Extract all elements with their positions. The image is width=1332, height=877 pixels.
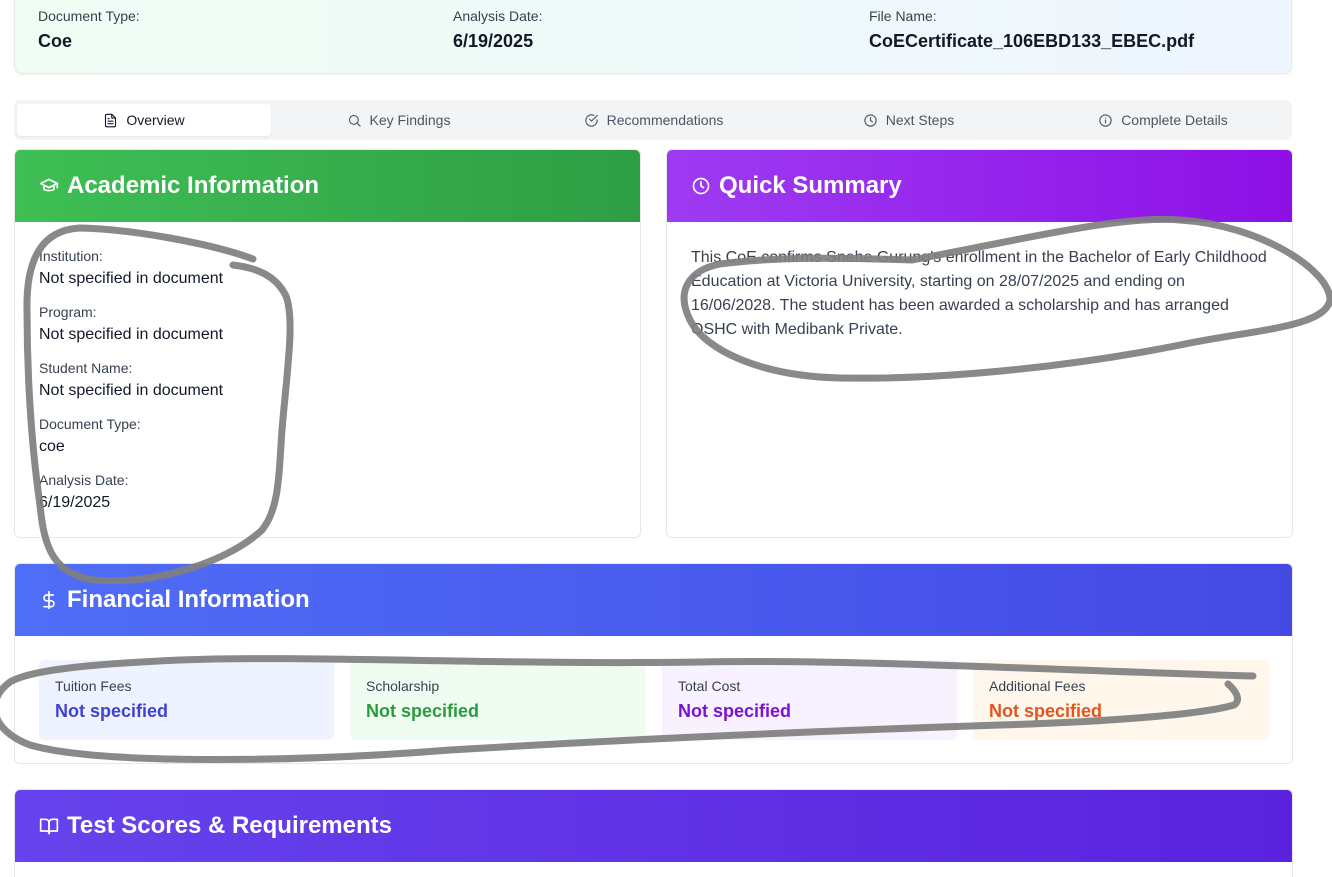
tab-bar: Overview Key Findings Recommendations Ne… — [14, 100, 1292, 140]
tuition-fees-label: Tuition Fees — [55, 678, 132, 694]
tab-complete-details-label: Complete Details — [1121, 112, 1228, 128]
financial-information-title: Financial Information — [67, 586, 310, 613]
additional-fees-box: Additional Fees Not specified — [973, 660, 1269, 740]
scholarship-value: Not specified — [366, 701, 480, 721]
document-type-value: Coe — [38, 31, 73, 51]
total-cost-label: Total Cost — [678, 678, 741, 694]
scholarship-box: Scholarship Not specified — [350, 660, 646, 740]
additional-fees-value: Not specified — [989, 701, 1103, 721]
tab-complete-details[interactable]: Complete Details — [1036, 104, 1290, 136]
dollar-icon — [43, 590, 55, 610]
student-name-label: Student Name: — [39, 360, 133, 376]
tab-key-findings-label: Key Findings — [369, 112, 451, 128]
program-value: Not specified in document — [39, 326, 224, 343]
tab-next-steps[interactable]: Next Steps — [781, 104, 1036, 136]
quick-summary-card: Quick Summary This CoE confirms Snehe Gu… — [666, 149, 1293, 538]
test-scores-header: Test Scores & Requirements — [15, 790, 1292, 862]
analysis-date-meta: Analysis Date: 6/19/2025 — [453, 7, 542, 52]
total-cost-box: Total Cost Not specified — [662, 660, 957, 740]
document-type-field-value: coe — [39, 438, 65, 455]
analysis-date-field-value: 6/19/2025 — [39, 494, 111, 511]
file-text-icon — [105, 113, 117, 127]
institution-label: Institution: — [39, 248, 103, 264]
analysis-date-field-label: Analysis Date: — [39, 472, 129, 488]
document-type-field-label: Document Type: — [39, 416, 141, 432]
quick-summary-title: Quick Summary — [719, 172, 902, 199]
document-type-field: Document Type: coe — [39, 415, 141, 457]
additional-fees-label: Additional Fees — [989, 678, 1086, 694]
test-scores-title: Test Scores & Requirements — [67, 812, 392, 839]
total-cost-value: Not specified — [678, 701, 792, 721]
academic-information-card: Academic Information Institution: Not sp… — [14, 149, 641, 538]
program-field: Program: Not specified in document — [39, 303, 223, 345]
academic-information-title: Academic Information — [67, 172, 320, 199]
tuition-fees-value: Not specified — [55, 701, 169, 721]
file-name-meta: File Name: CoECertificate_106EBD133_EBEC… — [869, 7, 1194, 52]
tab-key-findings[interactable]: Key Findings — [271, 104, 526, 136]
institution-value: Not specified in document — [39, 270, 224, 287]
tab-next-steps-label: Next Steps — [885, 112, 955, 128]
tab-recommendations[interactable]: Recommendations — [526, 104, 781, 136]
student-name-field: Student Name: Not specified in document — [39, 359, 223, 401]
financial-information-header: Financial Information — [15, 564, 1292, 636]
analysis-date-label: Analysis Date: — [453, 8, 543, 24]
document-analysis-page: Document Type: Coe Analysis Date: 6/19/2… — [0, 0, 1332, 877]
test-scores-card: Test Scores & Requirements — [14, 789, 1293, 877]
institution-field: Institution: Not specified in document — [39, 247, 223, 289]
academic-information-header: Academic Information — [15, 150, 640, 222]
info-icon — [1099, 113, 1112, 127]
quick-summary-text: This CoE confirms Snehe Gurung's enrollm… — [691, 249, 1267, 338]
book-open-icon — [39, 818, 59, 835]
graduation-cap-icon — [39, 178, 59, 192]
check-circle-icon — [584, 113, 598, 127]
tab-recommendations-label: Recommendations — [606, 112, 724, 128]
clock-icon — [864, 113, 877, 127]
analysis-date-value: 6/19/2025 — [453, 31, 534, 51]
program-label: Program: — [39, 304, 97, 320]
document-type-label: Document Type: — [38, 8, 140, 24]
tab-overview-label: Overview — [126, 112, 185, 128]
scholarship-label: Scholarship — [366, 678, 440, 694]
tab-overview[interactable]: Overview — [17, 104, 271, 136]
clock-icon — [692, 177, 710, 195]
search-icon — [348, 114, 361, 127]
student-name-value: Not specified in document — [39, 382, 224, 399]
document-meta-card: Document Type: Coe Analysis Date: 6/19/2… — [14, 0, 1292, 74]
file-name-value: CoECertificate_106EBD133_EBEC.pdf — [869, 31, 1195, 51]
analysis-date-field: Analysis Date: 6/19/2025 — [39, 471, 128, 513]
financial-information-card: Financial Information Tuition Fees Not s… — [14, 563, 1293, 764]
document-type-meta: Document Type: Coe — [38, 7, 140, 52]
quick-summary-header: Quick Summary — [667, 150, 1292, 222]
file-name-label: File Name: — [869, 8, 937, 24]
tuition-fees-box: Tuition Fees Not specified — [39, 660, 334, 740]
